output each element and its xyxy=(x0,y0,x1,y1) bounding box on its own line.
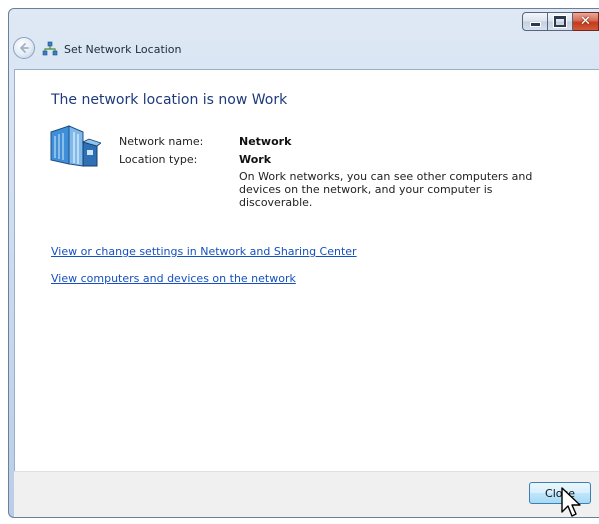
window-close-button[interactable]: ✕ xyxy=(573,12,599,31)
back-button[interactable] xyxy=(13,37,35,59)
network-building-icon xyxy=(50,125,101,167)
back-arrow-icon xyxy=(20,43,29,53)
network-icon xyxy=(42,41,58,56)
caption-buttons: ✕ xyxy=(522,12,599,31)
maximize-icon xyxy=(554,16,566,27)
network-name-value: Network xyxy=(239,135,292,148)
view-computers-link[interactable]: View computers and devices on the networ… xyxy=(51,272,296,285)
network-name-label: Network name: xyxy=(119,135,204,148)
page-heading: The network location is now Work xyxy=(51,92,288,108)
dialog-footer: Close xyxy=(14,471,599,517)
network-sharing-center-link[interactable]: View or change settings in Network and S… xyxy=(51,245,357,258)
content-panel: The network location is now Work Network… xyxy=(14,69,599,471)
window-title: Set Network Location xyxy=(64,43,182,56)
location-type-value: Work xyxy=(239,153,272,166)
minimize-icon xyxy=(529,22,541,27)
minimize-button[interactable] xyxy=(522,12,548,31)
location-type-label: Location type: xyxy=(119,153,198,166)
maximize-button[interactable] xyxy=(548,12,573,31)
location-description: On Work networks, you can see other comp… xyxy=(239,170,533,209)
close-button[interactable]: Close xyxy=(529,482,591,504)
dialog-window: ✕ Set Network Location The network locat… xyxy=(8,8,599,518)
close-icon: ✕ xyxy=(580,14,591,29)
